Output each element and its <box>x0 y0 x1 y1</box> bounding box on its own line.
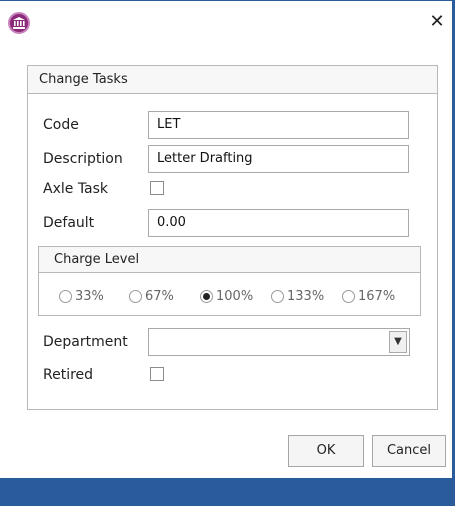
group-header: Change Tasks <box>28 66 437 94</box>
description-label: Description <box>43 151 123 167</box>
institution-icon <box>8 12 30 34</box>
code-label: Code <box>43 117 79 133</box>
cancel-label: Cancel <box>386 443 432 458</box>
axle-task-label: Axle Task <box>43 181 109 197</box>
retired-label: Retired <box>43 367 94 383</box>
radio-label: 67% <box>145 289 174 304</box>
close-icon: ✕ <box>429 11 445 32</box>
department-select[interactable]: ▼ <box>148 328 410 356</box>
department-label: Department <box>43 334 128 350</box>
retired-checkbox[interactable] <box>150 367 164 381</box>
change-tasks-dialog: ✕ Change Tasks Code LET Description Lett… <box>0 0 452 507</box>
radio-label: 33% <box>75 289 104 304</box>
radio-button[interactable] <box>59 290 72 303</box>
charge-level-group: Charge Level 33% 67% 100% 133% 167% <box>38 246 421 316</box>
description-input[interactable]: Letter Drafting <box>148 145 409 173</box>
chevron-down-icon[interactable]: ▼ <box>389 331 407 353</box>
radio-label: 167% <box>358 289 396 304</box>
radio-button[interactable] <box>342 290 355 303</box>
close-button[interactable]: ✕ <box>428 13 446 31</box>
ok-label: OK <box>316 443 336 458</box>
radio-label: 100% <box>216 289 254 304</box>
group-title: Change Tasks <box>39 72 128 87</box>
radio-button-selected[interactable] <box>200 290 213 303</box>
radio-label: 133% <box>287 289 325 304</box>
radio-button[interactable] <box>271 290 284 303</box>
radio-button[interactable] <box>129 290 142 303</box>
code-input[interactable]: LET <box>148 111 409 139</box>
ok-button[interactable]: OK <box>288 435 364 467</box>
cancel-button[interactable]: Cancel <box>372 435 446 467</box>
charge-level-title: Charge Level <box>54 252 140 267</box>
axle-task-checkbox[interactable] <box>150 181 164 195</box>
default-input[interactable]: 0.00 <box>148 209 409 237</box>
window-bottom-border <box>0 478 455 506</box>
charge-level-header: Charge Level <box>39 247 420 273</box>
default-label: Default <box>43 215 95 231</box>
